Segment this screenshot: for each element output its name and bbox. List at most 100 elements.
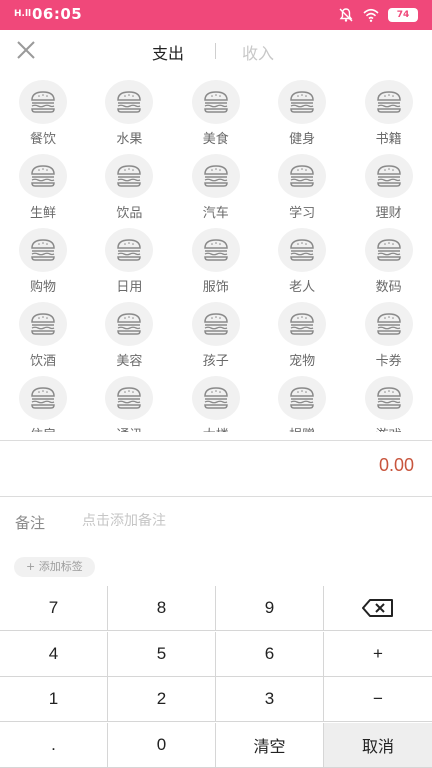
key-1[interactable]: 1: [0, 677, 108, 722]
decimal-key[interactable]: .: [0, 722, 108, 768]
category-item[interactable]: 购物: [0, 228, 86, 302]
category-icon-circle: [191, 228, 240, 272]
backspace-key[interactable]: [324, 586, 432, 631]
tab-expense[interactable]: 支出: [152, 40, 184, 64]
category-item[interactable]: 生鲜: [0, 154, 86, 228]
category-icon-circle: [364, 376, 413, 420]
category-item[interactable]: 饮品: [86, 154, 172, 228]
category-label: 日用: [116, 280, 143, 295]
category-item[interactable]: 宠物: [259, 302, 345, 376]
category-item[interactable]: 大楼: [173, 376, 259, 432]
close-icon[interactable]: [14, 38, 38, 62]
category-label: 健身: [289, 132, 316, 147]
divider: [0, 496, 432, 497]
category-item[interactable]: 汽车: [173, 154, 259, 228]
category-item[interactable]: 饮酒: [0, 302, 86, 376]
burger-icon: [376, 239, 401, 261]
status-right: 74: [338, 7, 418, 23]
category-item[interactable]: 餐饮: [0, 80, 86, 154]
category-item[interactable]: 老人: [259, 228, 345, 302]
category-icon-circle: [364, 228, 413, 272]
key-6[interactable]: 6: [216, 631, 324, 677]
category-label: 大楼: [173, 424, 259, 432]
burger-icon: [117, 239, 142, 261]
header: 支出 收入: [0, 30, 432, 70]
burger-icon: [204, 387, 228, 409]
category-item[interactable]: 卡券: [346, 302, 432, 376]
category-label: 游戏: [346, 424, 432, 432]
category-item[interactable]: 理财: [346, 154, 432, 228]
key-9[interactable]: 9: [216, 586, 324, 631]
category-item[interactable]: 美容: [86, 302, 172, 376]
cancel-key[interactable]: 取消: [324, 722, 432, 768]
burger-icon: [31, 387, 55, 409]
key-0[interactable]: 0: [108, 722, 216, 768]
burger-icon: [376, 165, 401, 187]
burger-icon: [376, 313, 401, 335]
category-icon-circle: [364, 302, 413, 346]
status-bar: H.ll 06:05 74: [0, 0, 432, 30]
signal-indicator: H.ll: [14, 8, 32, 19]
mute-icon: [339, 8, 353, 22]
key-8[interactable]: 8: [108, 586, 216, 631]
category-label: 饮酒: [29, 354, 56, 369]
clear-key[interactable]: 清空: [216, 722, 324, 768]
category-icon-circle: [191, 376, 240, 420]
divider: [0, 440, 432, 441]
category-item[interactable]: 通讯: [86, 376, 172, 432]
burger-icon: [204, 239, 228, 261]
category-icon-circle: [105, 228, 154, 272]
key-3[interactable]: 3: [216, 677, 324, 722]
category-item[interactable]: 水果: [86, 80, 172, 154]
category-item[interactable]: 服饰: [173, 228, 259, 302]
burger-icon: [31, 165, 55, 187]
category-item[interactable]: 健身: [259, 80, 345, 154]
burger-icon: [204, 91, 228, 113]
category-icon-circle: [191, 154, 240, 198]
category-item[interactable]: 美食: [173, 80, 259, 154]
category-icon-circle: [105, 302, 154, 346]
category-item[interactable]: 日用: [86, 228, 172, 302]
category-item[interactable]: 捐赠: [259, 376, 345, 432]
category-icon-circle: [278, 376, 327, 420]
category-label: 饮品: [116, 206, 143, 221]
minus-key[interactable]: −: [324, 677, 432, 722]
add-tag-button[interactable]: + 添加标签: [14, 557, 95, 577]
note-label: 备注: [15, 514, 46, 532]
category-label: 汽车: [202, 206, 229, 221]
category-item[interactable]: 书籍: [346, 80, 432, 154]
category-label: 美食: [202, 132, 229, 147]
category-label: 理财: [375, 206, 402, 221]
key-5[interactable]: 5: [108, 631, 216, 677]
category-label: 卡券: [375, 354, 402, 369]
burger-icon: [290, 387, 314, 409]
category-item[interactable]: 孩子: [173, 302, 259, 376]
category-item[interactable]: 游戏: [346, 376, 432, 432]
category-item[interactable]: 学习: [259, 154, 345, 228]
burger-icon: [290, 239, 314, 261]
category-label: 书籍: [375, 132, 402, 147]
category-icon-circle: [364, 80, 413, 124]
category-label: 孩子: [202, 354, 229, 369]
burger-icon: [117, 387, 142, 409]
category-label: 生鲜: [29, 206, 56, 221]
category-icon-circle: [278, 80, 327, 124]
burger-icon: [290, 165, 314, 187]
category-icon-circle: [19, 376, 67, 420]
category-grid: 餐饮 水果 美食 健身 书籍生鲜 饮品 汽车 学习 理财购物 日用 服饰 老人 数码饮酒 美容 孩子 宠物 卡券…: [0, 80, 432, 432]
status-time: 06:05: [32, 5, 83, 23]
key-2[interactable]: 2: [108, 677, 216, 722]
tab-income[interactable]: 收入: [242, 40, 274, 64]
category-label: 老人: [289, 280, 316, 295]
note-input[interactable]: [82, 508, 402, 534]
category-icon-circle: [19, 228, 67, 272]
key-7[interactable]: 7: [0, 586, 108, 631]
category-label: 捐赠: [259, 424, 345, 432]
category-item[interactable]: 数码: [346, 228, 432, 302]
key-4[interactable]: 4: [0, 631, 108, 677]
burger-icon: [117, 91, 142, 113]
category-icon-circle: [105, 80, 154, 124]
category-label: 数码: [375, 280, 402, 295]
plus-key[interactable]: +: [324, 631, 432, 677]
category-item[interactable]: 住房: [0, 376, 86, 432]
